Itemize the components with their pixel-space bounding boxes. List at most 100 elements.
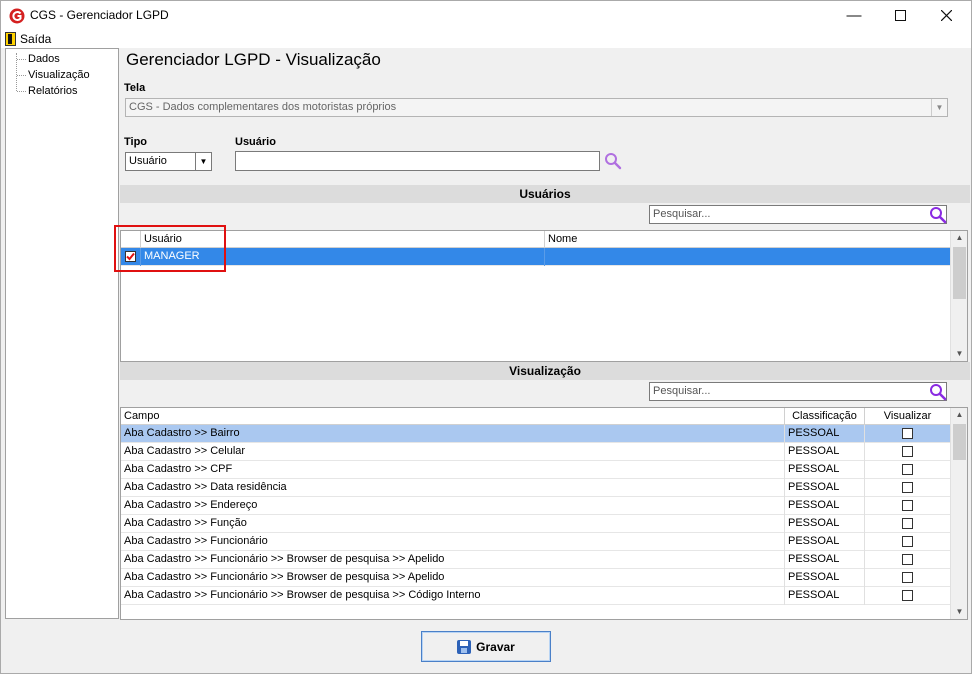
cell-classificacao: PESSOAL	[785, 551, 865, 569]
search-icon[interactable]	[929, 383, 947, 401]
cell-campo: Aba Cadastro >> Data residência	[121, 479, 785, 497]
visualizacao-scrollbar[interactable]: ▲ ▼	[950, 408, 967, 619]
window-title: CGS - Gerenciador LGPD	[30, 8, 169, 22]
cell-visualizar	[865, 587, 951, 605]
highlight-annotation	[114, 225, 226, 272]
table-row[interactable]: Aba Cadastro >> Celular PESSOAL	[121, 443, 951, 461]
scroll-thumb[interactable]	[953, 247, 966, 299]
scroll-down-icon[interactable]: ▼	[951, 605, 967, 619]
close-icon	[940, 10, 952, 21]
tree-item-dados[interactable]: Dados	[28, 53, 60, 65]
tela-select[interactable]: CGS - Dados complementares dos motorista…	[125, 98, 948, 117]
cell-campo: Aba Cadastro >> Endereço	[121, 497, 785, 515]
chevron-down-icon: ▼	[195, 153, 211, 170]
close-button[interactable]	[923, 1, 969, 30]
minimize-button[interactable]: —	[831, 1, 877, 30]
visualizar-checkbox[interactable]	[902, 428, 913, 439]
cell-campo: Aba Cadastro >> Funcionário	[121, 533, 785, 551]
usuario-input[interactable]	[235, 151, 600, 171]
gravar-label: Gravar	[476, 639, 515, 654]
table-row[interactable]: MANAGER	[121, 248, 951, 266]
tipo-select[interactable]: Usuário ▼	[125, 152, 212, 171]
cell-campo: Aba Cadastro >> Bairro	[121, 425, 785, 443]
cgs-logo-icon	[9, 8, 25, 24]
cell-visualizar	[865, 479, 951, 497]
save-disk-icon	[457, 639, 472, 654]
column-header-campo[interactable]: Campo	[121, 408, 785, 425]
table-row[interactable]: Aba Cadastro >> Funcionário >> Browser d…	[121, 569, 951, 587]
tree-connector	[17, 59, 26, 60]
tree-connector	[17, 91, 26, 92]
visualizar-checkbox[interactable]	[902, 500, 913, 511]
cell-classificacao: PESSOAL	[785, 425, 865, 443]
visualizacao-search-input[interactable]: Pesquisar...	[649, 382, 947, 401]
usuario-label: Usuário	[235, 136, 276, 148]
visualizacao-grid-header: Campo Classificação Visualizar	[121, 408, 951, 425]
cell-visualizar	[865, 443, 951, 461]
cell-classificacao: PESSOAL	[785, 497, 865, 515]
visualizar-checkbox[interactable]	[902, 446, 913, 457]
cell-visualizar	[865, 533, 951, 551]
visualizar-checkbox[interactable]	[902, 464, 913, 475]
column-header-visualizar[interactable]: Visualizar	[865, 408, 951, 425]
scroll-up-icon[interactable]: ▲	[951, 408, 967, 422]
app-window: CGS - Gerenciador LGPD — Saída Dados Vis…	[0, 0, 972, 674]
minimize-icon: —	[846, 7, 862, 24]
title-bar: CGS - Gerenciador LGPD —	[1, 1, 971, 30]
usuarios-grid-header: Usuário Nome	[121, 231, 951, 248]
search-icon[interactable]	[604, 152, 622, 170]
maximize-button[interactable]	[877, 1, 923, 30]
cell-visualizar	[865, 569, 951, 587]
visualizar-checkbox[interactable]	[902, 554, 913, 565]
cell-campo: Aba Cadastro >> Funcionário >> Browser d…	[121, 587, 785, 605]
cell-campo: Aba Cadastro >> Funcionário >> Browser d…	[121, 569, 785, 587]
table-row[interactable]: Aba Cadastro >> Endereço PESSOAL	[121, 497, 951, 515]
table-row[interactable]: Aba Cadastro >> Funcionário >> Browser d…	[121, 551, 951, 569]
visualizacao-section-header: Visualização	[120, 362, 970, 380]
cell-classificacao: PESSOAL	[785, 533, 865, 551]
table-row[interactable]: Aba Cadastro >> Data residência PESSOAL	[121, 479, 951, 497]
cell-campo: Aba Cadastro >> Funcionário >> Browser d…	[121, 551, 785, 569]
search-icon[interactable]	[929, 206, 947, 224]
menu-saida-label: Saída	[20, 32, 52, 46]
scroll-down-icon[interactable]: ▼	[951, 347, 967, 361]
visualizar-checkbox[interactable]	[902, 572, 913, 583]
scroll-thumb[interactable]	[953, 424, 966, 460]
cell-visualizar	[865, 425, 951, 443]
main-panel: Gerenciador LGPD - Visualização Tela CGS…	[114, 48, 970, 673]
gravar-button[interactable]: Gravar	[421, 631, 551, 662]
cell-classificacao: PESSOAL	[785, 515, 865, 533]
tree-item-visualizacao[interactable]: Visualização	[28, 69, 90, 81]
table-row[interactable]: Aba Cadastro >> CPF PESSOAL	[121, 461, 951, 479]
visualizar-checkbox[interactable]	[902, 536, 913, 547]
visualizar-checkbox[interactable]	[902, 518, 913, 529]
cell-classificacao: PESSOAL	[785, 461, 865, 479]
cell-campo: Aba Cadastro >> CPF	[121, 461, 785, 479]
table-row[interactable]: Aba Cadastro >> Funcionário PESSOAL	[121, 533, 951, 551]
scroll-up-icon[interactable]: ▲	[951, 231, 967, 245]
table-row[interactable]: Aba Cadastro >> Função PESSOAL	[121, 515, 951, 533]
cell-visualizar	[865, 515, 951, 533]
tree-item-relatorios[interactable]: Relatórios	[28, 85, 78, 97]
visualizar-checkbox[interactable]	[902, 590, 913, 601]
cell-visualizar	[865, 551, 951, 569]
visualizar-checkbox[interactable]	[902, 482, 913, 493]
tree-connector	[17, 75, 26, 76]
usuarios-scrollbar[interactable]: ▲ ▼	[950, 231, 967, 361]
cell-campo: Aba Cadastro >> Celular	[121, 443, 785, 461]
usuarios-section-header: Usuários	[120, 185, 970, 203]
usuarios-grid: Usuário Nome MANAGER ▲ ▼	[120, 230, 968, 362]
cell-classificacao: PESSOAL	[785, 587, 865, 605]
menu-saida[interactable]: Saída	[5, 31, 51, 47]
page-title: Gerenciador LGPD - Visualização	[126, 50, 381, 69]
column-header-classificacao[interactable]: Classificação	[785, 408, 865, 425]
table-row[interactable]: Aba Cadastro >> Bairro PESSOAL	[121, 425, 951, 443]
navigation-tree: Dados Visualização Relatórios	[5, 48, 119, 619]
visualizacao-grid: Campo Classificação Visualizar Aba Cadas…	[120, 407, 968, 620]
column-header-nome[interactable]: Nome	[545, 231, 951, 248]
cell-classificacao: PESSOAL	[785, 569, 865, 587]
usuarios-search-input[interactable]: Pesquisar...	[649, 205, 947, 224]
table-row[interactable]: Aba Cadastro >> Funcionário >> Browser d…	[121, 587, 951, 605]
exit-door-icon	[5, 32, 16, 46]
tela-label: Tela	[124, 82, 146, 94]
